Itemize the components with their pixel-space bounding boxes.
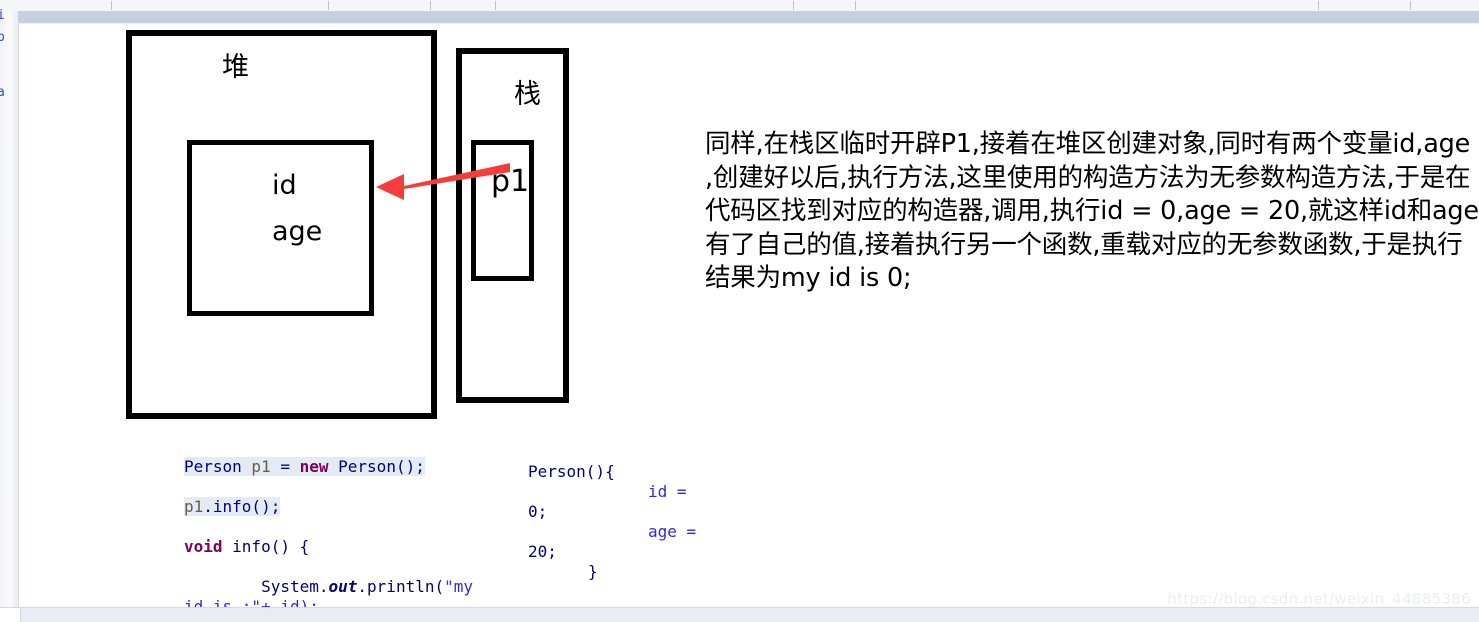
- code-line-info-call: p1.info();: [184, 497, 281, 517]
- page-left-gutter: [0, 11, 18, 611]
- page-bottom-corner: [0, 608, 21, 622]
- ruler-tick: [328, 1, 329, 10]
- ruler-tick: [855, 1, 856, 10]
- ruler-tick: [793, 1, 794, 10]
- code-token-variable: p1: [241, 457, 271, 476]
- code-token-println: .println(: [357, 577, 445, 596]
- code-token-operator: =: [270, 457, 300, 476]
- heap-label: 堆: [222, 52, 249, 83]
- page-top-shadow: [0, 11, 1479, 23]
- document-page: i p a 堆 id age 栈 p1 同样,在栈区临时开辟P1,接着在堆区创建…: [0, 0, 1479, 622]
- edge-text-fragment: a: [0, 85, 5, 100]
- code-token-variable: p1: [184, 497, 204, 516]
- ruler-tick: [1318, 1, 1319, 10]
- page-bottom-strip: [0, 607, 1479, 622]
- edge-text-fragment: p: [0, 30, 5, 45]
- stack-variable-label: p1: [491, 164, 530, 199]
- code-token-keyword-void: void: [184, 537, 223, 556]
- code-line-new-person: Person p1 = new Person();: [184, 457, 425, 477]
- object-field-age: age: [272, 216, 323, 247]
- code-token-method-call: .info();: [203, 497, 281, 516]
- code-token-type: Person: [184, 457, 242, 476]
- ruler-tick: [1410, 1, 1411, 10]
- code-token-method-name: info() {: [222, 537, 310, 556]
- code-constructor-age-assign: age =: [648, 522, 697, 541]
- csdn-watermark: https://blog.csdn.net/weixin_44885386: [1167, 590, 1471, 608]
- code-token-constructor-call: Person();: [328, 457, 425, 476]
- code-constructor-close: }: [588, 562, 598, 581]
- code-constructor-open: Person(){: [528, 462, 615, 481]
- edge-text-fragment: i: [0, 8, 5, 23]
- code-token-system: System.: [184, 577, 329, 596]
- stack-label: 栈: [514, 79, 541, 110]
- code-constructor-id-assign: id =: [648, 482, 687, 501]
- explanation-paragraph: 同样,在栈区临时开辟P1,接着在堆区创建对象,同时有两个变量id,age ,创建…: [705, 129, 1479, 293]
- code-token-out: out: [328, 577, 358, 596]
- code-token-keyword-new: new: [299, 457, 329, 476]
- ruler-tick: [495, 1, 496, 10]
- ruler-tick: [430, 1, 431, 10]
- code-constructor-age-value: 20;: [528, 542, 557, 561]
- object-field-id: id: [272, 170, 297, 201]
- ruler-tick: [111, 1, 112, 10]
- code-token-string-start: "my: [444, 577, 474, 596]
- code-constructor-id-value: 0;: [528, 502, 548, 521]
- stack-variable-box: [471, 140, 534, 281]
- code-line-method-decl: void info() {: [184, 537, 309, 557]
